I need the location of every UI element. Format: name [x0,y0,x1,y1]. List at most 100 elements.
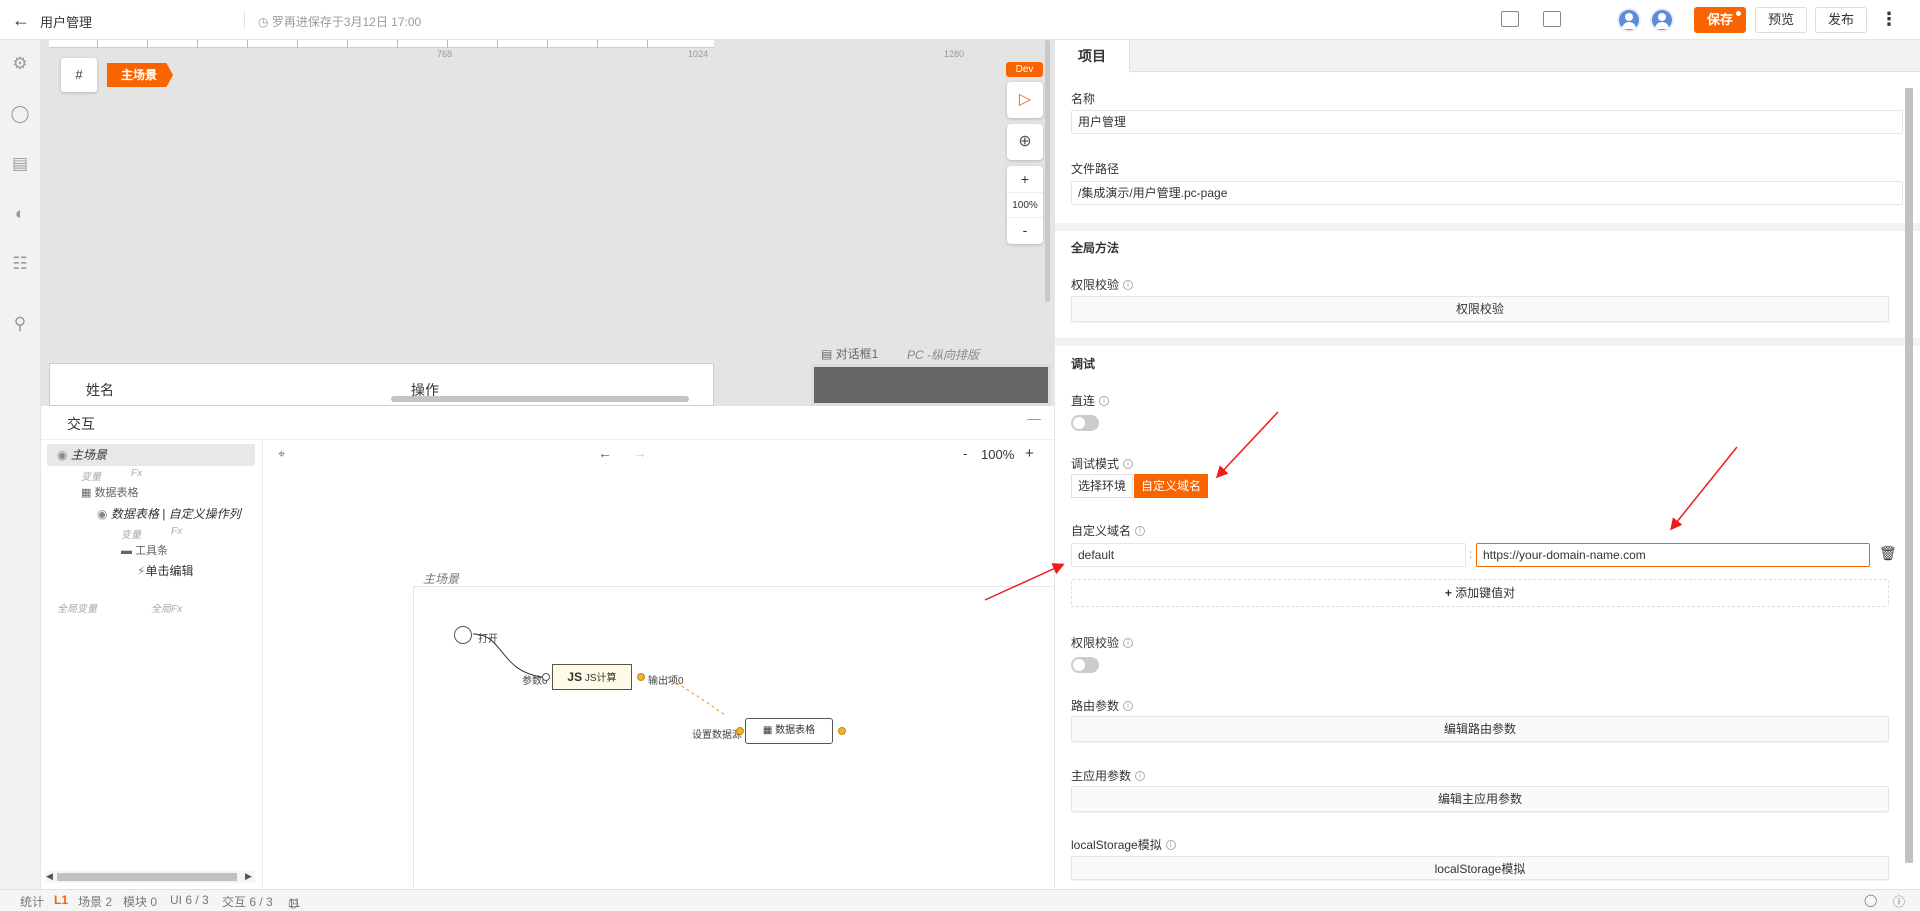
hash-button[interactable]: # [61,58,97,92]
zoom-out-button[interactable]: - [1007,218,1043,244]
scroll-thumb[interactable] [57,873,237,881]
section-divider [1055,338,1920,346]
tab-project[interactable]: 项目 [1055,40,1130,73]
fx-label[interactable]: Fx [171,526,182,537]
mode-custom-option[interactable]: 自定义域名 [1134,474,1209,498]
design-canvas[interactable]: 768 1024 1280 # 主场景 Dev ▷ ⊕ + 100% - ▤ 对… [41,40,1054,406]
avatar[interactable] [1617,8,1641,32]
flow-zoom-out[interactable]: - [963,446,967,461]
global-fx[interactable]: 全局Fx [151,600,182,615]
publish-button[interactable]: 发布 [1815,7,1868,33]
info-icon[interactable]: i [1123,459,1134,469]
ls-button[interactable]: localStorage模拟 [1071,856,1889,880]
log-icon[interactable]: ☷ [10,254,30,274]
custom-domain-label-row: 自定义域名 i [1071,522,1146,539]
var-label[interactable]: 变量 [121,526,141,541]
tree-item-main-scene[interactable]: ◉ 主场景 [57,446,107,463]
level-badge: L1 [54,893,69,907]
stats-label[interactable]: 统计 [20,893,44,910]
mainapp-label-row: 主应用参数 i [1071,767,1146,784]
scroll-right-icon[interactable]: ▶ [245,871,252,882]
tablet-view-icon[interactable] [1543,11,1561,27]
properties-tabs: 项目 [1055,40,1920,73]
output-port[interactable] [838,727,846,735]
preview-button[interactable]: 预览 [1755,7,1808,33]
center-icon[interactable]: ⌖ [278,446,285,462]
auth-button[interactable]: 权限校验 [1071,296,1889,322]
input-port[interactable] [542,673,550,681]
flow-sheet[interactable]: 打开 参数0 JS JS计算 输出项0 设置数据源 ▦ 数据表格 [413,586,1054,889]
cube-icon: ◉ [57,448,71,462]
properties-scrollbar[interactable] [1905,88,1913,863]
open-event-node[interactable] [454,626,472,644]
route-label-row: 路由参数 i [1071,697,1134,714]
play-icon[interactable]: ▷ [1007,82,1043,118]
name-field[interactable]: 用户管理 [1071,110,1903,134]
info-icon[interactable]: i [1123,638,1134,648]
info-icon[interactable]: i [1123,280,1134,290]
auth-label-row: 权限校验 i [1071,276,1134,293]
redo-icon[interactable]: → [633,445,647,461]
delete-icon[interactable]: 🗑 [1879,545,1897,562]
minimize-icon[interactable]: — [1027,410,1041,426]
package-icon[interactable]: ▤ [10,154,30,174]
flow-zoom-in[interactable]: + [1025,445,1034,462]
add-kv-label: 添加键值对 [1455,586,1516,600]
canvas-vertical-scrollbar[interactable] [1045,40,1050,302]
globe-icon[interactable]: ◯ [10,104,30,124]
info-icon[interactable]: i [1135,771,1146,781]
dialog-title: 对话框1 [835,347,879,361]
js-node[interactable]: JS JS计算 [552,664,632,690]
plugin-icon[interactable]: ⚙ [10,54,30,74]
scene-tag[interactable]: 主场景 [107,63,174,87]
scroll-left-icon[interactable]: ◀ [46,871,53,882]
global-var[interactable]: 全局变量 [57,600,97,615]
desktop-view-icon[interactable] [1501,11,1519,27]
auth-toggle[interactable] [1071,657,1099,673]
zoom-in-button[interactable]: + [1007,166,1043,192]
input-port[interactable] [736,727,744,735]
domain-value-field[interactable]: https://your-domain-name.com [1476,543,1870,567]
interaction-title: 交互 [67,416,95,432]
clock-icon: ◷ [258,15,272,29]
info-icon[interactable]: ⓘ [1893,893,1905,910]
mode-env-option[interactable]: 选择环境 [1071,474,1134,498]
ls-label-row: localStorage模拟 i [1071,836,1176,853]
direct-toggle[interactable] [1071,415,1099,431]
plus-icon: + [1444,586,1456,600]
info-icon[interactable]: i [1123,701,1134,711]
undo-icon[interactable]: ← [598,445,612,461]
back-arrow-icon[interactable]: ← [12,10,32,30]
fx-label[interactable]: Fx [131,468,142,479]
var-label[interactable]: 变量 [81,468,101,483]
js-badge: JS [567,670,583,684]
search-icon[interactable]: ⚲ [10,314,30,334]
ruler-label: 768 [437,49,453,59]
domain-key-field[interactable]: default [1071,543,1466,567]
canvas-horizontal-scrollbar[interactable] [391,396,689,402]
info-icon[interactable]: i [1135,526,1146,536]
route-params-button[interactable]: 编辑路由参数 [1071,716,1889,742]
tree-item-data-table[interactable]: ▦ 数据表格 [81,484,138,500]
page-title: 用户管理 [40,15,93,30]
save-button[interactable]: 保存 [1694,7,1747,33]
locate-icon[interactable]: ⊕ [1007,124,1043,160]
dialog-preview[interactable] [811,364,1051,406]
info-icon[interactable]: i [1099,396,1110,406]
tree-item-toolbar[interactable]: ▬ 工具条 [121,542,168,558]
palette-icon[interactable]: ◐ [10,204,30,224]
add-key-value-button[interactable]: + 添加键值对 [1071,579,1889,607]
tree-horizontal-scrollbar[interactable]: ◀ ▶ [45,871,255,883]
avatar[interactable] [1650,8,1674,32]
path-field[interactable]: /集成演示/用户管理.pc-page [1071,181,1903,205]
tree-item-click-edit[interactable]: ⚡单击编辑 [137,562,193,579]
tree-item-data-table-custom[interactable]: ◉ 数据表格 | 自定义操作列 [97,505,241,522]
info-icon[interactable]: i [1165,840,1176,850]
open-label: 打开 [478,634,498,645]
more-menu-icon[interactable]: ⋮ [1880,10,1898,28]
mainapp-params-button[interactable]: 编辑主应用参数 [1071,786,1889,812]
shield-icon[interactable]: ◯ [1864,893,1877,907]
output-port[interactable] [637,673,645,681]
data-table-node[interactable]: ▦ 数据表格 [745,718,833,744]
flow-canvas[interactable]: ⌖ ← → - 100% + 主场景 打开 参数0 JS JS计算 输出项0 设… [263,440,1054,889]
